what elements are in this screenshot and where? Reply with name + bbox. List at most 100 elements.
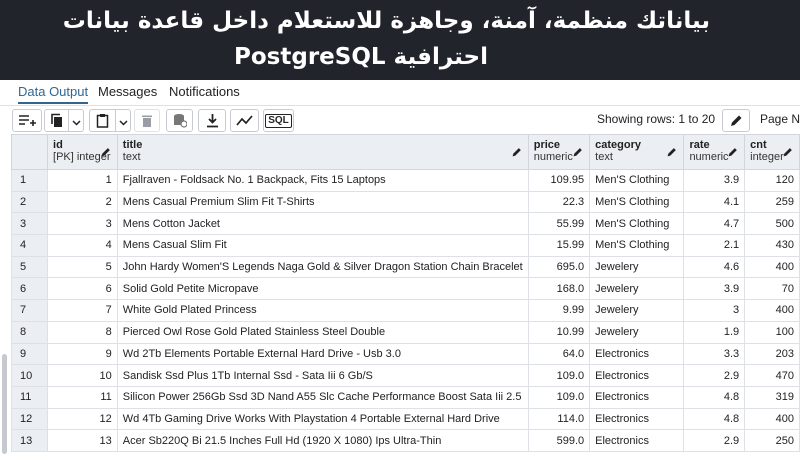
paste-options-dropdown[interactable] (116, 109, 131, 132)
pencil-icon[interactable] (511, 147, 522, 161)
cell-price[interactable]: 109.0 (527, 385, 591, 409)
table-row[interactable]: 4 4 Mens Casual Slim Fit 15.99 Men'S Clothin… (10, 234, 800, 257)
cell-cnt[interactable]: 400 (744, 299, 800, 322)
cell-id[interactable]: 4 (47, 234, 118, 257)
cell-rate[interactable]: 4.8 (683, 385, 746, 409)
cell-price[interactable]: 15.99 (527, 234, 591, 257)
cell-rate[interactable]: 2.9 (683, 429, 746, 452)
table-row[interactable]: 10 10 Sandisk Ssd Plus 1Tb Internal Ssd - … (10, 364, 800, 387)
cell-price[interactable]: 168.0 (527, 277, 591, 301)
row-number[interactable]: 1 (10, 169, 49, 192)
column-header-rate[interactable]: rate numeric (683, 134, 746, 170)
tab-data-output[interactable]: Data Output (18, 84, 89, 104)
cell-cnt[interactable]: 203 (744, 342, 800, 366)
column-header-price[interactable]: price numeric (527, 134, 591, 170)
cell-title[interactable]: Acer Sb220Q Bi 21.5 Inches Full Hd (1920… (116, 429, 529, 452)
cell-id[interactable]: 2 (47, 190, 118, 214)
row-number[interactable]: 3 (10, 212, 49, 236)
cell-category[interactable]: Men'S Clothing (589, 169, 685, 192)
pencil-icon[interactable] (727, 147, 738, 161)
download-button[interactable] (198, 109, 226, 132)
cell-price[interactable]: 599.0 (527, 429, 591, 452)
cell-title[interactable]: Mens Casual Premium Slim Fit T-Shirts (116, 190, 529, 214)
cell-title[interactable]: Solid Gold Petite Micropave (116, 277, 529, 301)
column-header-title[interactable]: title text (116, 134, 529, 170)
cell-category[interactable]: Electronics (589, 385, 685, 409)
cell-cnt[interactable]: 400 (744, 255, 800, 279)
cell-rate[interactable]: 3.3 (683, 342, 746, 366)
row-number[interactable]: 12 (10, 407, 49, 431)
table-row[interactable]: 11 11 Silicon Power 256Gb Ssd 3D Nand A55 … (10, 385, 800, 409)
column-header-category[interactable]: category text (589, 134, 685, 170)
cell-price[interactable]: 695.0 (527, 255, 591, 279)
edit-rows-button[interactable] (722, 109, 750, 132)
cell-category[interactable]: Jewelery (589, 277, 685, 301)
cell-rate[interactable]: 4.6 (683, 255, 746, 279)
paste-button[interactable] (89, 109, 116, 132)
cell-rate[interactable]: 4.7 (683, 212, 746, 236)
cell-id[interactable]: 5 (47, 255, 118, 279)
cell-id[interactable]: 6 (47, 277, 118, 301)
cell-price[interactable]: 109.0 (527, 364, 591, 387)
cell-rate[interactable]: 3 (683, 299, 746, 322)
cell-price[interactable]: 9.99 (527, 299, 591, 322)
graph-visualiser-button[interactable] (230, 109, 259, 132)
cell-category[interactable]: Electronics (589, 364, 685, 387)
cell-title[interactable]: Wd 2Tb Elements Portable External Hard D… (116, 342, 529, 366)
cell-id[interactable]: 11 (47, 385, 118, 409)
sql-button[interactable]: SQL (263, 109, 294, 132)
tab-notifications[interactable]: Notifications (169, 84, 240, 99)
table-row[interactable]: 3 3 Mens Cotton Jacket 55.99 Men'S Clothing 4… (10, 212, 800, 236)
row-number[interactable]: 6 (10, 277, 49, 301)
copy-options-dropdown[interactable] (69, 109, 84, 132)
row-number[interactable]: 11 (10, 385, 49, 409)
cell-id[interactable]: 1 (47, 169, 118, 192)
cell-cnt[interactable]: 250 (744, 429, 800, 452)
cell-id[interactable]: 12 (47, 407, 118, 431)
cell-id[interactable]: 9 (47, 342, 118, 366)
cell-rate[interactable]: 2.9 (683, 364, 746, 387)
column-header-id[interactable]: id [PK] integer (47, 134, 118, 170)
cell-rate[interactable]: 3.9 (683, 277, 746, 301)
cell-price[interactable]: 55.99 (527, 212, 591, 236)
cell-cnt[interactable]: 400 (744, 407, 800, 431)
table-row[interactable]: 8 8 Pierced Owl Rose Gold Plated Stainless… (10, 320, 800, 344)
cell-price[interactable]: 22.3 (527, 190, 591, 214)
cell-title[interactable]: Mens Cotton Jacket (116, 212, 529, 236)
cell-price[interactable]: 114.0 (527, 407, 591, 431)
cell-title[interactable]: John Hardy Women'S Legends Naga Gold & S… (116, 255, 529, 279)
row-number[interactable]: 7 (10, 299, 49, 322)
cell-cnt[interactable]: 70 (744, 277, 800, 301)
cell-category[interactable]: Electronics (589, 407, 685, 431)
cell-id[interactable]: 3 (47, 212, 118, 236)
cell-cnt[interactable]: 430 (744, 234, 800, 257)
row-number[interactable]: 4 (10, 234, 49, 257)
cell-price[interactable]: 10.99 (527, 320, 591, 344)
cell-title[interactable]: Pierced Owl Rose Gold Plated Stainless S… (116, 320, 529, 344)
pencil-icon[interactable] (572, 147, 583, 161)
cell-title[interactable]: Silicon Power 256Gb Ssd 3D Nand A55 Slc … (116, 385, 529, 409)
cell-id[interactable]: 7 (47, 299, 118, 322)
cell-id[interactable]: 10 (47, 364, 118, 387)
grid-corner-cell[interactable] (10, 134, 49, 170)
cell-category[interactable]: Men'S Clothing (589, 234, 685, 257)
row-number[interactable]: 8 (10, 320, 49, 344)
row-number[interactable]: 2 (10, 190, 49, 214)
cell-category[interactable]: Jewelery (589, 299, 685, 322)
row-number[interactable]: 10 (10, 364, 49, 387)
cell-category[interactable]: Men'S Clothing (589, 190, 685, 214)
column-header-cnt[interactable]: cnt integer (744, 134, 800, 170)
table-row[interactable]: 12 12 Wd 4Tb Gaming Drive Works With Plays… (10, 407, 800, 431)
cell-id[interactable]: 13 (47, 429, 118, 452)
cell-price[interactable]: 109.95 (527, 169, 591, 192)
row-number[interactable]: 13 (10, 429, 49, 452)
delete-button[interactable] (134, 109, 160, 132)
cell-cnt[interactable]: 319 (744, 385, 800, 409)
cell-title[interactable]: Mens Casual Slim Fit (116, 234, 529, 257)
cell-cnt[interactable]: 500 (744, 212, 800, 236)
cell-rate[interactable]: 3.9 (683, 169, 746, 192)
table-row[interactable]: 13 13 Acer Sb220Q Bi 21.5 Inches Full Hd (… (10, 429, 800, 452)
table-row[interactable]: 6 6 Solid Gold Petite Micropave 168.0 Jewele… (10, 277, 800, 301)
add-row-button[interactable] (12, 109, 42, 132)
cell-rate[interactable]: 4.8 (683, 407, 746, 431)
